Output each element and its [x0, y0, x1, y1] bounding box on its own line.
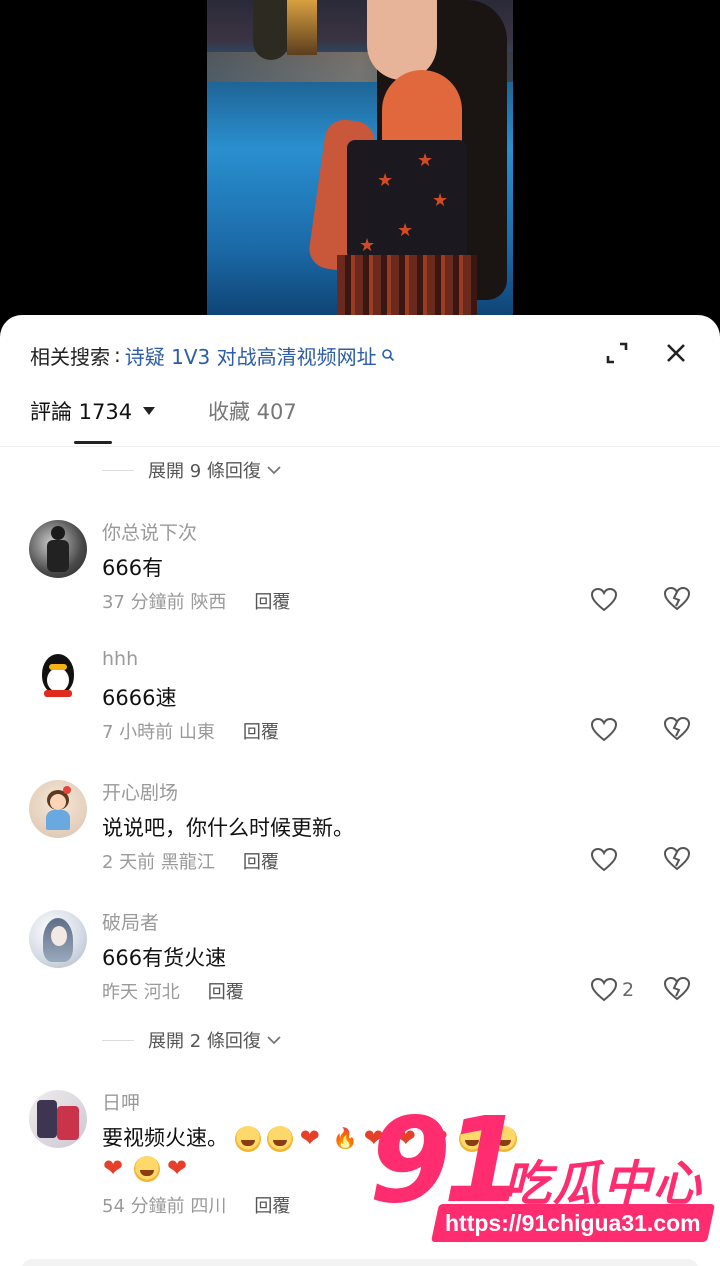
heart-icon: [590, 717, 618, 742]
broken-heart-icon[interactable]: [663, 716, 691, 742]
broken-heart-icon[interactable]: [663, 846, 691, 872]
like-button[interactable]: 2: [590, 976, 634, 1004]
comment-meta: 昨天 河北 回覆: [102, 978, 244, 1004]
video-player[interactable]: ★ ★ ★ ★ ★: [207, 0, 513, 330]
comment-time: 54 分鐘前: [102, 1196, 185, 1217]
related-search-link[interactable]: 诗疑 1V3 对战高清视频网址: [125, 341, 377, 370]
broken-heart-icon[interactable]: [663, 976, 691, 1002]
like-button[interactable]: [590, 716, 618, 744]
heart-icon: [590, 587, 618, 612]
tab-bar: 評論 1734 收藏 407: [0, 395, 720, 447]
comment-username[interactable]: 你总说下次: [102, 518, 197, 545]
avatar[interactable]: [29, 910, 87, 968]
expand-replies-label: 展開 9 條回復: [148, 461, 261, 482]
tab-active-indicator: [74, 441, 112, 444]
comment-time: 2 天前: [102, 852, 156, 873]
comment-time: 7 小時前: [102, 722, 174, 743]
broken-heart-icon[interactable]: [663, 586, 691, 612]
laugh-emoji-icon: [134, 1156, 160, 1182]
comment-username[interactable]: 开心剧场: [102, 778, 178, 805]
reply-button[interactable]: 回覆: [208, 978, 244, 1004]
comment-text: 说说吧，你什么时候更新。: [102, 816, 354, 840]
avatar[interactable]: [29, 520, 87, 578]
divider: [102, 469, 134, 471]
watermark: 91 吃瓜中心 https://91chigua31.com: [365, 1100, 720, 1266]
laugh-emoji-icon: [234, 1126, 261, 1152]
comment-meta: 37 分鐘前 陝西 回覆: [102, 588, 290, 614]
tab-favorites-label: 收藏 407: [208, 400, 297, 424]
tab-favorites[interactable]: 收藏 407: [208, 395, 297, 427]
like-count: 2: [622, 979, 635, 1001]
comment-text-body: 要视频火速。: [102, 1126, 228, 1150]
search-icon: [381, 349, 394, 362]
related-search-label: 相关搜索: [30, 344, 110, 369]
video-person: ★ ★ ★ ★ ★: [306, 0, 513, 330]
reply-button[interactable]: 回覆: [254, 588, 290, 614]
chevron-down-icon: [267, 466, 281, 475]
tab-comments[interactable]: 評論 1734: [30, 395, 156, 427]
expand-icon[interactable]: [603, 339, 631, 367]
comment-meta: 7 小時前 山東 回覆: [102, 718, 279, 744]
watermark-logo: 91: [369, 1091, 525, 1229]
video-palm-tree: [253, 0, 289, 60]
comment-text: 666有: [102, 556, 164, 580]
reply-button[interactable]: 回覆: [254, 1192, 290, 1218]
related-search-separator: :: [114, 343, 121, 367]
heart-emoji-icon: [166, 1155, 192, 1182]
chevron-down-icon: [267, 1036, 281, 1045]
caret-down-icon: [143, 407, 156, 415]
avatar[interactable]: [29, 780, 87, 838]
comment-location: 四川: [190, 1196, 227, 1217]
close-icon[interactable]: [662, 339, 690, 367]
comment-meta: 2 天前 黑龍江 回覆: [102, 848, 279, 874]
divider: [102, 1039, 134, 1041]
reply-button[interactable]: 回覆: [243, 848, 279, 874]
comment-username[interactable]: 破局者: [102, 908, 159, 935]
comment-location: 黑龍江: [160, 852, 215, 873]
heart-emoji-icon: [299, 1125, 325, 1152]
laugh-emoji-icon: [266, 1126, 293, 1152]
avatar[interactable]: [29, 650, 87, 708]
comment-text: 666有货火速: [102, 946, 227, 970]
comment-location: 山東: [178, 722, 215, 743]
watermark-url: https://91chigua31.com: [430, 1204, 716, 1242]
heart-emoji-icon: [102, 1155, 128, 1182]
comment-time: 37 分鐘前: [102, 592, 185, 613]
like-button[interactable]: [590, 586, 618, 614]
expand-replies-button[interactable]: 展開 9 條回復: [102, 456, 281, 484]
expand-replies-button[interactable]: 展開 2 條回復: [102, 1026, 281, 1054]
comment-meta: 54 分鐘前 四川 回覆: [102, 1192, 290, 1218]
screen: ★ ★ ★ ★ ★ 相关搜索 : 诗疑 1V3 对战高清视频网址 評論 1734…: [0, 0, 720, 1266]
comment-username[interactable]: 日呷: [102, 1088, 140, 1115]
fire-emoji-icon: [331, 1126, 358, 1152]
like-button[interactable]: [590, 846, 618, 874]
heart-icon: [590, 847, 618, 872]
video-umbrella: [287, 0, 317, 55]
avatar[interactable]: [29, 1090, 87, 1148]
comment-time: 昨天: [102, 982, 138, 1003]
comment-location: 河北: [143, 982, 180, 1003]
comment-text: 6666速: [102, 686, 177, 710]
reply-button[interactable]: 回覆: [243, 718, 279, 744]
comment-username[interactable]: hhh: [102, 648, 138, 670]
expand-replies-label: 展開 2 條回復: [148, 1031, 261, 1052]
emoji-row: [102, 1155, 198, 1182]
heart-icon: [590, 977, 618, 1002]
related-search[interactable]: 相关搜索 : 诗疑 1V3 对战高清视频网址: [30, 341, 395, 369]
tab-comments-label: 評論 1734: [30, 400, 133, 424]
comment-location: 陝西: [190, 592, 227, 613]
